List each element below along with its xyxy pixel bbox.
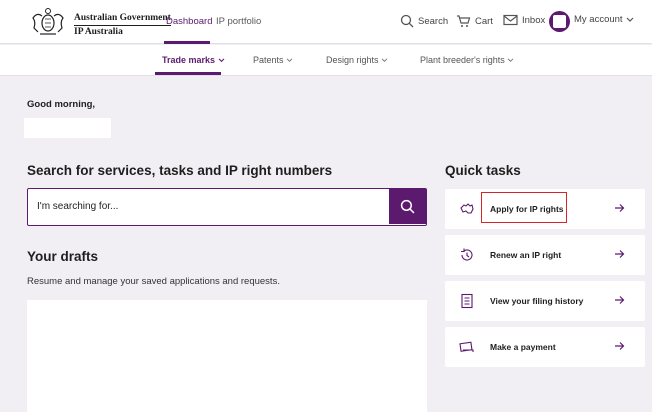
top-header: Australian Government IP Australia Dashb… [0, 0, 652, 44]
inbox-link-label: Inbox [522, 14, 546, 26]
drafts-panel [27, 300, 427, 412]
subnav-trade-marks-label: Trade marks [162, 55, 216, 65]
search-submit-button[interactable] [389, 189, 426, 224]
drafts-description: Resume and manage your saved application… [27, 276, 280, 287]
search-link[interactable]: Search [400, 14, 448, 28]
arrow-right-icon [615, 342, 625, 350]
tab-dashboard[interactable]: Dashboard [166, 16, 212, 27]
chevron-down-icon [626, 17, 634, 22]
search-box [27, 188, 427, 226]
quick-task-label: View your filing history [490, 296, 584, 306]
chevron-down-icon [218, 58, 224, 63]
chevron-down-icon [381, 58, 388, 63]
subnav-patents-label: Patents [253, 55, 284, 65]
renew-clock-icon [461, 248, 473, 261]
subnav-patents[interactable]: Patents [253, 55, 293, 65]
payment-card-icon [459, 341, 474, 352]
user-name-placeholder [24, 118, 111, 138]
highlight-box [481, 192, 567, 223]
chevron-down-icon [507, 58, 514, 63]
subnav-plant-breeders-rights-label: Plant breeder's rights [420, 55, 505, 65]
drafts-heading: Your drafts [27, 249, 99, 264]
document-list-icon [461, 293, 473, 309]
arrow-right-icon [615, 296, 625, 304]
australia-map-icon [460, 203, 474, 214]
quick-task-label: Make a payment [490, 342, 556, 352]
subnav-plant-breeders-rights[interactable]: Plant breeder's rights [420, 55, 514, 65]
quick-task-make-a-payment[interactable]: Make a payment [445, 327, 645, 367]
search-link-label: Search [418, 15, 449, 27]
subnav-design-rights[interactable]: Design rights [326, 55, 388, 65]
subnav-design-rights-label: Design rights [326, 55, 379, 65]
my-account-menu[interactable]: My account [574, 14, 634, 25]
cart-icon [457, 15, 471, 27]
active-tab-indicator [164, 41, 210, 44]
inbox-link[interactable]: Inbox [503, 14, 545, 26]
sub-navigation: Trade marks Patents Design rights Plant … [0, 45, 652, 76]
coat-of-arms-icon [32, 8, 64, 35]
arrow-right-icon [615, 250, 625, 258]
mail-icon [503, 14, 518, 26]
greeting-text: Good morning, [27, 99, 96, 110]
cart-link[interactable]: Cart [456, 14, 493, 28]
gov-name: Australian Government [74, 13, 171, 26]
government-logo-text: Australian Government IP Australia [74, 13, 171, 38]
chevron-down-icon [286, 58, 293, 63]
quick-task-renew-an-ip-right[interactable]: Renew an IP right [445, 235, 645, 275]
cart-link-label: Cart [475, 15, 493, 27]
search-icon [400, 199, 415, 214]
quick-task-label: Renew an IP right [490, 250, 562, 260]
subnav-trade-marks[interactable]: Trade marks [162, 55, 225, 65]
my-account-label: My account [574, 14, 623, 25]
active-subnav-indicator [155, 72, 221, 75]
search-icon [400, 14, 414, 28]
agency-name: IP Australia [74, 27, 123, 37]
tab-ip-portfolio[interactable]: IP portfolio [216, 16, 261, 27]
search-input[interactable] [28, 189, 390, 224]
search-heading: Search for services, tasks and IP right … [27, 163, 333, 178]
avatar[interactable] [549, 11, 570, 32]
quick-tasks-heading: Quick tasks [445, 163, 521, 178]
quick-task-view-filing-history[interactable]: View your filing history [445, 281, 645, 321]
arrow-right-icon [615, 204, 625, 212]
